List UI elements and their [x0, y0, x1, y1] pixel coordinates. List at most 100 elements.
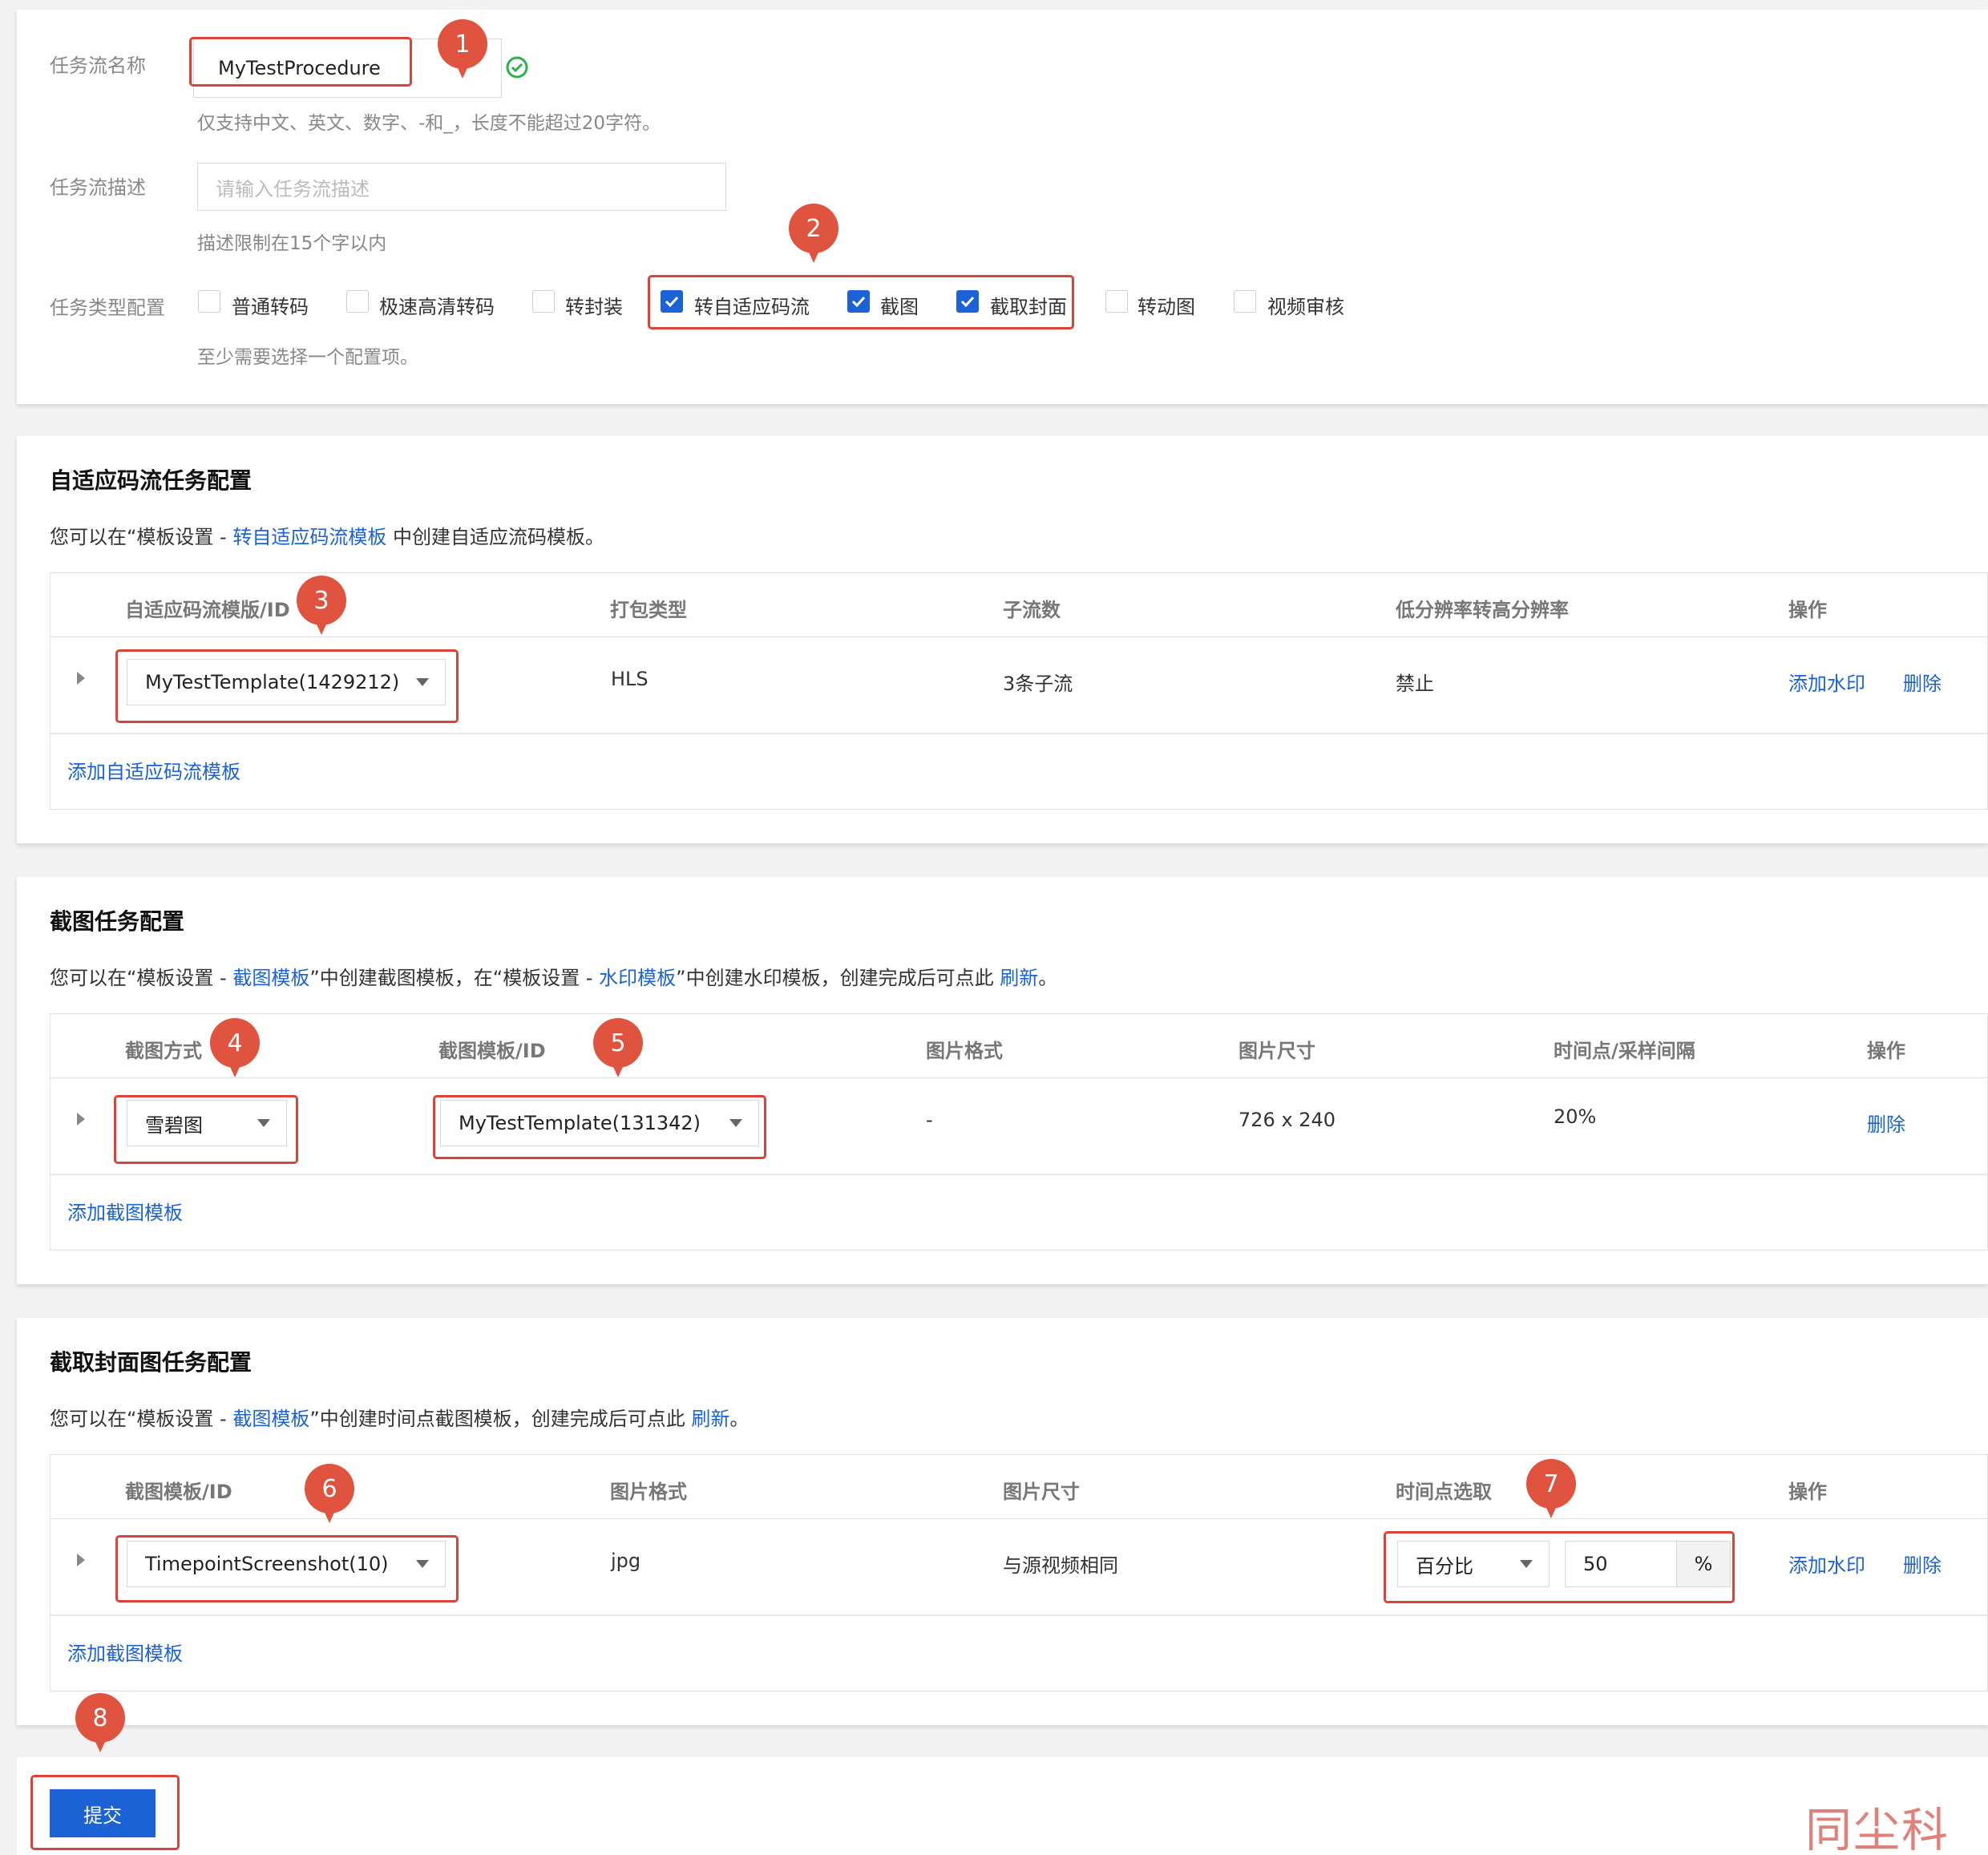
checkbox-label-video-review: 视频审核 [1267, 296, 1344, 318]
row-divider [51, 733, 1987, 734]
highlight-box [115, 1535, 459, 1602]
col-format: 图片格式 [610, 1481, 687, 1503]
desc-text: ”中创建水印模板，创建完成后可点此 [676, 967, 1000, 989]
expand-row-icon[interactable] [77, 1113, 85, 1126]
marker-tail [313, 617, 329, 635]
col-mode: 截图方式 [125, 1040, 202, 1062]
checkbox-hd-transcode[interactable] [346, 290, 369, 313]
marker-tail [321, 1505, 337, 1523]
expand-row-icon[interactable] [77, 672, 85, 685]
col-actions: 操作 [1867, 1040, 1905, 1062]
adaptive-section-desc: 您可以在“模板设置 - 转自适应码流模板 中创建自适应流码模板。 [50, 521, 604, 549]
cell-streams: 3条子流 [1003, 673, 1073, 695]
col-package: 打包类型 [610, 599, 687, 621]
desc-text: 您可以在“模板设置 - [50, 1408, 233, 1430]
highlight-box [114, 1095, 298, 1164]
col-size: 图片尺寸 [1003, 1481, 1080, 1503]
checkbox-remux[interactable] [532, 290, 555, 313]
task-name-hint: 仅支持中文、英文、数字、-和_，长度不能超过20字符。 [197, 113, 661, 134]
task-type-label: 任务类型配置 [50, 297, 165, 319]
delete-link[interactable]: 删除 [1903, 1550, 1942, 1578]
cell-format: - [926, 1109, 933, 1131]
cell-format: jpg [611, 1550, 641, 1572]
task-name-label: 任务流名称 [50, 55, 146, 77]
marker-tail [806, 245, 822, 263]
refresh-link[interactable]: 刷新 [1000, 967, 1038, 989]
col-template: 自适应码流模版/ID [125, 599, 290, 621]
watermark-text: 同尘科技 [1805, 1803, 1950, 1855]
marker-5: 5 [593, 1018, 643, 1079]
marker-tail [1543, 1501, 1559, 1518]
col-template: 截图模板/ID [125, 1481, 232, 1503]
highlight-box [115, 649, 459, 723]
valid-check-icon [506, 56, 528, 79]
marker-tail [610, 1060, 626, 1077]
adaptive-stream-card: 自适应码流任务配置 您可以在“模板设置 - 转自适应码流模板 中创建自适应流码模… [17, 436, 1988, 843]
highlight-box [433, 1095, 766, 1159]
desc-text: ”中创建时间点截图模板，创建完成后可点此 [309, 1408, 692, 1430]
marker-4: 4 [210, 1018, 260, 1079]
desc-text: ”中创建截图模板，在“模板设置 - [309, 967, 600, 989]
cover-section-desc: 您可以在“模板设置 - 截图模板”中创建时间点截图模板，创建完成后可点此 刷新。 [50, 1403, 749, 1431]
col-size: 图片尺寸 [1238, 1040, 1315, 1062]
checkbox-label-animated: 转动图 [1137, 296, 1195, 318]
col-streams: 子流数 [1003, 599, 1061, 621]
expand-row-icon[interactable] [77, 1554, 85, 1566]
add-watermark-link[interactable]: 添加水印 [1788, 668, 1865, 696]
col-upscale: 低分辨率转高分辨率 [1396, 599, 1569, 621]
add-watermark-link[interactable]: 添加水印 [1788, 1550, 1865, 1578]
watermark-template-link[interactable]: 水印模板 [599, 967, 676, 989]
snapshot-template-link[interactable]: 截图模板 [232, 967, 309, 989]
task-type-hint: 至少需要选择一个配置项。 [197, 347, 418, 368]
checkbox-label-remux: 转封装 [565, 296, 623, 318]
task-desc-hint: 描述限制在15个字以内 [197, 233, 387, 254]
col-actions: 操作 [1788, 599, 1827, 621]
snapshot-template-link[interactable]: 截图模板 [232, 1408, 309, 1430]
marker-tail [227, 1060, 243, 1077]
delete-link[interactable]: 删除 [1903, 668, 1942, 696]
cell-size: 与源视频相同 [1003, 1554, 1118, 1577]
snapshot-section-desc: 您可以在“模板设置 - 截图模板”中创建截图模板，在“模板设置 - 水印模板”中… [50, 962, 1057, 990]
add-adaptive-template-link[interactable]: 添加自适应码流模板 [67, 756, 240, 784]
marker-6: 6 [305, 1464, 354, 1525]
snapshot-card: 截图任务配置 您可以在“模板设置 - 截图模板”中创建截图模板，在“模板设置 -… [17, 877, 1988, 1284]
checkbox-label-hd-transcode: 极速高清转码 [379, 296, 495, 318]
marker-7: 7 [1526, 1459, 1576, 1520]
marker-2: 2 [789, 204, 838, 265]
highlight-box [1384, 1531, 1735, 1603]
col-format: 图片格式 [926, 1040, 1003, 1062]
refresh-link[interactable]: 刷新 [691, 1408, 729, 1430]
task-desc-placeholder: 请输入任务流描述 [216, 177, 370, 200]
footer-bar [17, 1757, 1988, 1855]
task-desc-input[interactable]: 请输入任务流描述 [197, 163, 726, 211]
cover-section-title: 截取封面图任务配置 [50, 1349, 253, 1376]
col-timepoint: 时间点选取 [1396, 1481, 1492, 1503]
table-header: 截图方式 截图模板/ID 图片格式 图片尺寸 时间点/采样间隔 操作 [51, 1014, 1987, 1078]
delete-link[interactable]: 删除 [1867, 1109, 1905, 1137]
cell-package: HLS [611, 668, 649, 690]
col-actions: 操作 [1788, 1481, 1827, 1503]
desc-text: 中创建自适应流码模板。 [386, 526, 604, 548]
task-desc-label: 任务流描述 [50, 176, 146, 199]
add-snapshot-template-link[interactable]: 添加截图模板 [67, 1638, 183, 1666]
checkbox-label-normal-transcode: 普通转码 [232, 296, 309, 318]
row-divider [51, 1174, 1987, 1175]
snapshot-table: 截图方式 截图模板/ID 图片格式 图片尺寸 时间点/采样间隔 操作 雪碧图 M… [50, 1013, 1988, 1251]
checkbox-animated[interactable] [1105, 290, 1128, 313]
checkbox-video-review[interactable] [1234, 290, 1256, 313]
add-snapshot-template-link[interactable]: 添加截图模板 [67, 1197, 183, 1225]
highlight-box [189, 37, 412, 87]
row-divider [51, 1615, 1987, 1616]
marker-1: 1 [438, 19, 487, 80]
adaptive-section-title: 自适应码流任务配置 [50, 467, 253, 494]
marker-tail [92, 1735, 108, 1752]
cell-upscale: 禁止 [1396, 673, 1434, 695]
col-template: 截图模板/ID [438, 1040, 546, 1062]
highlight-box [30, 1775, 180, 1850]
desc-text: 您可以在“模板设置 - [50, 967, 233, 989]
adaptive-template-link[interactable]: 转自适应码流模板 [232, 526, 386, 548]
marker-tail [455, 61, 471, 79]
checkbox-normal-transcode[interactable] [198, 290, 220, 313]
marker-8: 8 [75, 1693, 125, 1754]
snapshot-section-title: 截图任务配置 [50, 908, 185, 935]
